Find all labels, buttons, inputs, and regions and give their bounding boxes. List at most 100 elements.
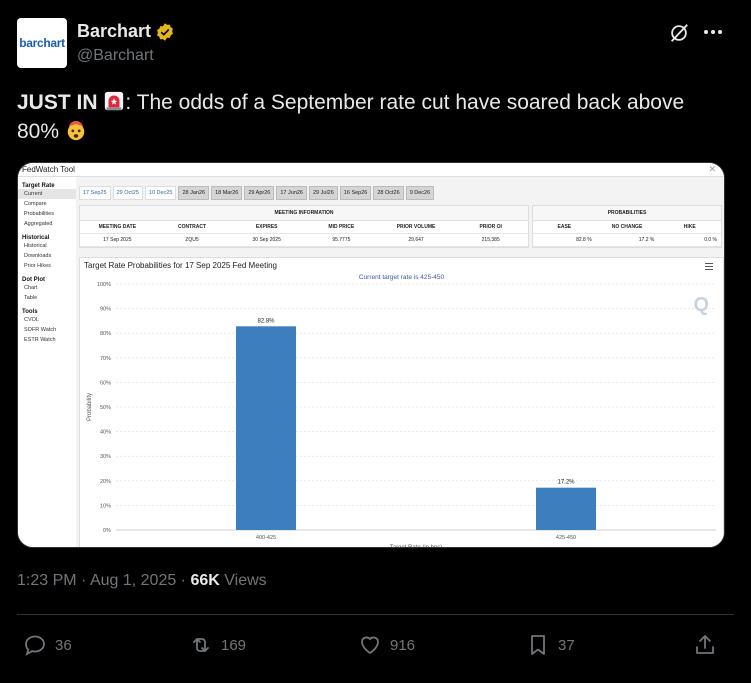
y-tick-label: 60% — [100, 380, 111, 386]
bookmark-button[interactable]: 37 — [526, 633, 575, 657]
table-cell: HIKE — [683, 224, 696, 230]
table-cell: NO CHANGE — [611, 224, 643, 230]
like-count: 916 — [390, 636, 416, 654]
meeting-tab[interactable]: 29 Oct25 — [112, 186, 143, 200]
tweet-text-part1: : The odds of a September rate cut have … — [125, 91, 685, 114]
share-icon — [696, 635, 714, 654]
meeting-tab[interactable]: 10 Dec25 — [144, 186, 177, 200]
divider — [17, 614, 734, 615]
tweet-date[interactable]: Aug 1, 2025 — [90, 572, 176, 589]
sidebar-item[interactable]: Probabilities — [18, 209, 76, 219]
meeting-tab[interactable]: 29 Apr26 — [244, 186, 275, 200]
table-cell: MID PRICE — [328, 224, 355, 230]
y-tick-label: 50% — [100, 405, 111, 411]
repost-icon — [193, 638, 209, 652]
chart-bar — [236, 326, 296, 530]
probabilities-value-row: 82.8 % 17.2 % 0.0 % — [533, 234, 721, 247]
sidebar-item[interactable]: ESTR Watch — [18, 335, 76, 345]
author-handle[interactable]: @Barchart — [77, 47, 154, 65]
views-count: 66K — [190, 572, 220, 589]
meeting-tab[interactable]: 17 Sep25 — [79, 186, 111, 200]
sidebar-item[interactable]: Compare — [18, 199, 76, 209]
tweet-time[interactable]: 1:23 PM — [17, 572, 77, 589]
sidebar-item[interactable]: Current — [18, 189, 76, 199]
table-cell: 30 Sep 2025 — [252, 237, 281, 243]
table-cell: 95.7775 — [332, 237, 351, 243]
table-cell: 17 Sep 2025 — [103, 237, 132, 243]
table-cell: PRIOR OI — [479, 224, 502, 230]
table-cell: 0.0 % — [704, 237, 718, 243]
fedwatch-window-title: FedWatch Tool — [18, 163, 724, 177]
table-cell: ZQU5 — [185, 237, 199, 243]
meeting-info-header-row: MEETING DATE CONTRACT EXPIRES MID PRICE PRIO… — [80, 221, 528, 234]
x-tick-label: 425-450 — [556, 535, 576, 541]
exploding-head-emoji-icon — [67, 120, 85, 141]
author-name[interactable]: Barchart — [77, 21, 151, 42]
tweet-lead: JUST IN — [17, 91, 98, 114]
y-tick-label: 30% — [100, 454, 111, 460]
meeting-info-title: MEETING INFORMATION — [80, 206, 528, 221]
table-cell: CONTRACT — [177, 224, 207, 230]
share-button[interactable] — [693, 633, 717, 657]
table-cell: EASE — [557, 224, 572, 230]
siren-emoji-icon — [105, 91, 124, 111]
bar-data-label: 17.2% — [557, 480, 575, 486]
sidebar-item[interactable]: Chart — [18, 283, 76, 293]
meeting-tab[interactable]: 18 Mar26 — [211, 186, 243, 200]
fedwatch-sidebar: Target Rate Current Compare Probabilities Ag… — [18, 177, 76, 547]
meeting-info-value-row: 17 Sep 2025 ZQU5 30 Sep 2025 95.7775 29,647 2… — [80, 234, 528, 247]
y-axis-label: Probability — [87, 393, 93, 421]
meeting-tab[interactable]: 9 Dec26 — [405, 186, 435, 200]
views-label: Views — [224, 572, 267, 589]
reply-icon — [25, 635, 45, 656]
sidebar-item[interactable]: Historical — [18, 241, 76, 251]
like-button[interactable]: 916 — [358, 633, 415, 657]
y-tick-label: 40% — [100, 430, 111, 436]
probabilities-title: PROBABILITIES — [533, 206, 721, 221]
table-cell: 82.8 % — [576, 237, 592, 243]
meeting-tab[interactable]: 16 Sep26 — [339, 186, 372, 200]
bar-data-label: 82.8% — [257, 318, 275, 324]
y-tick-label: 90% — [100, 307, 111, 313]
reply-button[interactable]: 36 — [23, 633, 72, 657]
fedwatch-main: 17 Sep25 29 Oct25 10 Dec25 28 Jan26 18 Mar26… — [76, 177, 724, 548]
sidebar-item[interactable]: Prior Hikes — [18, 261, 76, 271]
table-cell: EXPIRES — [255, 224, 278, 230]
table-cell: MEETING DATE — [98, 224, 137, 230]
verified-badge-icon — [157, 22, 173, 41]
sidebar-item[interactable]: Aggregated — [18, 219, 76, 229]
table-cell: 29,647 — [408, 237, 424, 243]
meeting-information-table: MEETING INFORMATION MEETING DATE CONTRACT… — [79, 205, 529, 248]
table-cell: 17.2 % — [638, 237, 655, 243]
fedwatch-close-icon: ✕ — [708, 164, 716, 174]
chart-plot: 0% 10% 20% 30% 40% 50% 60% 70% 80% 90% 100% Probabi… — [87, 282, 716, 548]
meeting-tabs: 17 Sep25 29 Oct25 10 Dec25 28 Jan26 18 Mar26… — [79, 186, 435, 200]
grok-icon[interactable] — [668, 22, 690, 44]
sidebar-item[interactable]: Table — [18, 293, 76, 303]
sidebar-item[interactable]: Downloads — [18, 251, 76, 261]
sidebar-item[interactable]: CVOL — [18, 315, 76, 325]
chart-bar — [536, 487, 596, 530]
meeting-tab[interactable]: 28 Jan26 — [178, 186, 210, 200]
heart-icon — [361, 636, 379, 654]
sidebar-item[interactable]: SOFR Watch — [18, 325, 76, 335]
reply-count: 36 — [55, 636, 72, 654]
tweet-meta: 1:23 PM · Aug 1, 2025 · 66K Views — [17, 572, 267, 589]
repost-count: 169 — [221, 636, 247, 654]
repost-button[interactable]: 169 — [189, 633, 246, 657]
more-options-icon[interactable] — [702, 24, 724, 40]
y-tick-label: 80% — [100, 331, 111, 337]
tweet-image[interactable]: FedWatch Tool ✕ Target Rate Current Compar… — [17, 162, 725, 548]
tweet-text: JUST IN : The odds of a September rate c… — [17, 88, 717, 146]
bookmark-icon — [531, 635, 545, 655]
author-name-row[interactable]: Barchart — [77, 21, 175, 42]
x-tick-label: 400-425 — [256, 535, 276, 541]
probability-chart: Target Rate Probabilities for 17 Sep 202… — [79, 257, 724, 548]
avatar[interactable]: barchart — [17, 18, 67, 68]
x-axis-label: Target Rate (in bps) — [390, 545, 443, 548]
action-bar: 36 169 916 37 — [17, 633, 727, 661]
meeting-tab[interactable]: 28 Oct26 — [373, 186, 404, 200]
meeting-tab[interactable]: 29 Jul26 — [309, 186, 338, 200]
y-tick-label: 0% — [103, 528, 111, 534]
meeting-tab[interactable]: 17 Jun26 — [276, 186, 307, 200]
